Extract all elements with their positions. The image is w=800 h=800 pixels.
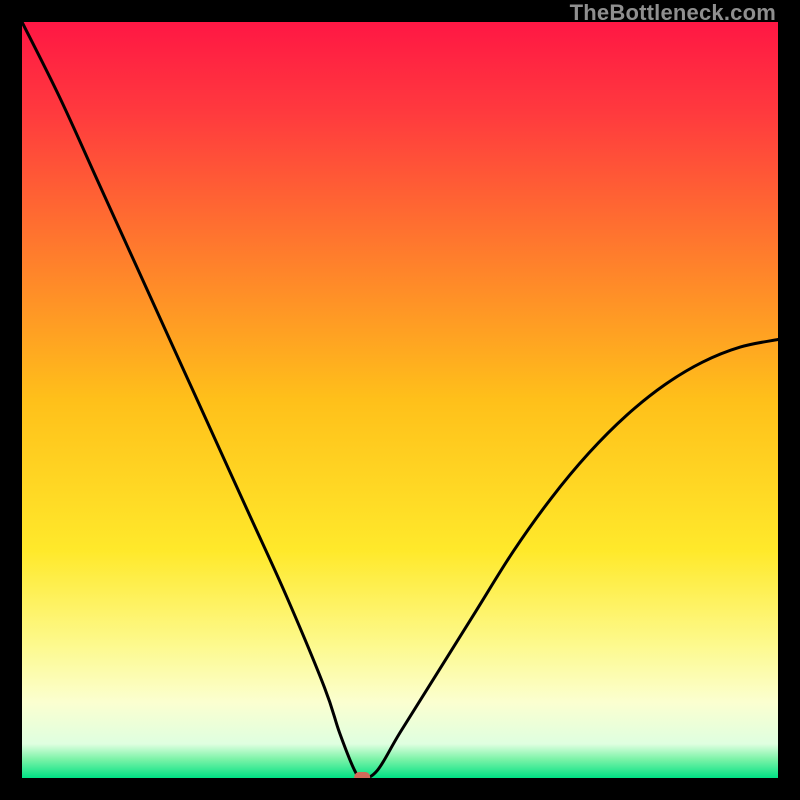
watermark-text: TheBottleneck.com bbox=[570, 0, 776, 26]
optimal-point-marker bbox=[354, 772, 370, 778]
plot-area bbox=[22, 22, 778, 778]
chart-svg bbox=[22, 22, 778, 778]
chart-frame: TheBottleneck.com bbox=[0, 0, 800, 800]
gradient-background bbox=[22, 22, 778, 778]
